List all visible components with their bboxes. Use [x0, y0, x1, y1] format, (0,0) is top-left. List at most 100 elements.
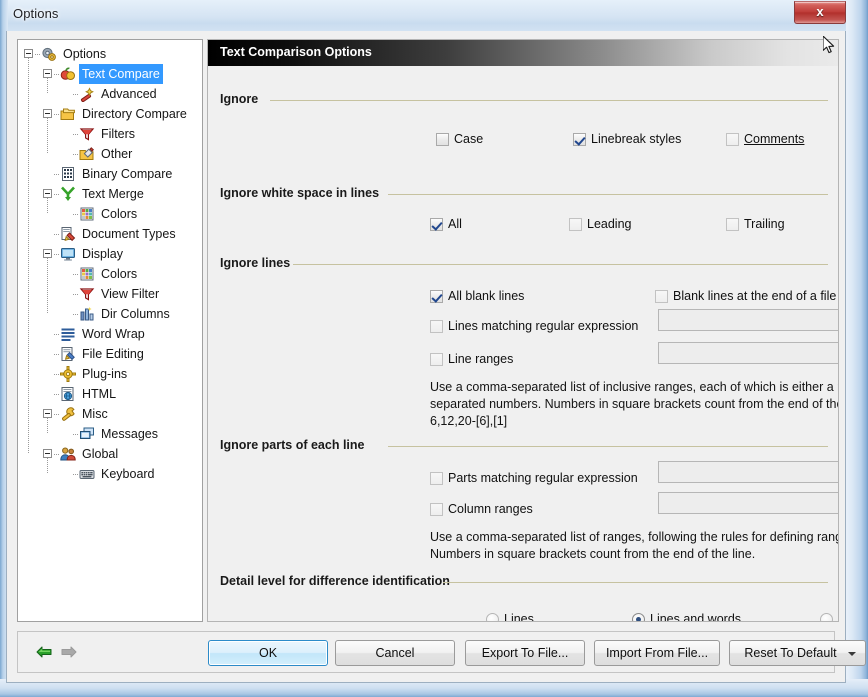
messages-icon	[79, 426, 95, 442]
export-to-file-button[interactable]: Export To File...	[465, 640, 585, 666]
label-ws-trailing: Trailing	[744, 217, 785, 231]
checkbox-ws-trailing[interactable]	[726, 218, 739, 231]
group-parts-header: Ignore parts of each line	[220, 438, 828, 454]
cancel-button-label: Cancel	[375, 646, 415, 660]
tree-expander[interactable]	[43, 449, 52, 458]
tree-item-directory-compare[interactable]: Directory Compare	[18, 104, 202, 124]
back-arrow-icon[interactable]	[36, 644, 53, 660]
tree-item-label: Text Merge	[82, 187, 144, 201]
tree-expander[interactable]	[43, 249, 52, 258]
checkbox-ws-leading[interactable]	[569, 218, 582, 231]
tree-item-options[interactable]: Options	[18, 44, 202, 64]
reset-to-default-button[interactable]: Reset To Default	[729, 640, 866, 666]
tree-item-colors[interactable]: Colors	[18, 264, 202, 284]
checkbox-ignore-comments[interactable]	[726, 133, 739, 146]
checkbox-all-blank-lines[interactable]	[430, 290, 443, 303]
tree-connector	[47, 198, 48, 214]
tree-item-label: Global	[82, 447, 119, 461]
checkbox-ws-all[interactable]	[430, 218, 443, 231]
checkbox-lines-matching-regex[interactable]	[430, 320, 443, 333]
checkbox-blank-lines-end-of-file[interactable]	[655, 290, 668, 303]
tree-item-misc[interactable]: Misc	[18, 404, 202, 424]
group-rule	[443, 582, 828, 583]
tree-item-file-editing[interactable]: File Editing	[18, 344, 202, 364]
label-ignore-linebreak-styles: Linebreak styles	[591, 132, 682, 146]
binary-icon	[60, 166, 76, 182]
tree-item-dir-columns[interactable]: Dir Columns	[18, 304, 202, 324]
html-icon	[60, 386, 76, 402]
checkbox-parts-matching-regex[interactable]	[430, 472, 443, 485]
radio-detail-lines-and-characters[interactable]	[820, 613, 833, 621]
tree-item-label: View Filter	[101, 287, 160, 301]
tree-expander[interactable]	[43, 109, 52, 118]
tree-item-binary-compare[interactable]: Binary Compare	[18, 164, 202, 184]
panel-header: Text Comparison Options	[208, 40, 838, 66]
options-tree[interactable]: Options Text Compare Advanced Directory Com…	[17, 39, 203, 622]
tree-item-colors[interactable]: Colors	[18, 204, 202, 224]
import-from-file-button[interactable]: Import From File...	[594, 640, 720, 666]
tree-item-document-types[interactable]: Document Types	[18, 224, 202, 244]
group-parts-title: Ignore parts of each line	[220, 438, 365, 452]
tree-item-plug-ins[interactable]: Plug-ins	[18, 364, 202, 384]
chevron-down-icon[interactable]	[848, 652, 856, 656]
tree-expander[interactable]	[43, 409, 52, 418]
tree-connector	[47, 458, 48, 474]
checkbox-ignore-case[interactable]	[436, 133, 449, 146]
tree-item-advanced[interactable]: Advanced	[18, 84, 202, 104]
tree-item-label: Options	[63, 47, 107, 61]
label-line-ranges: Line ranges	[448, 352, 514, 366]
tree-item-other[interactable]: Other	[18, 144, 202, 164]
tree-item-view-filter[interactable]: View Filter	[18, 284, 202, 304]
file-edit-icon	[60, 346, 76, 362]
tree-item-messages[interactable]: Messages	[18, 424, 202, 444]
tree-item-label: Text Compare	[79, 64, 163, 84]
label-parts-matching-regex: Parts matching regular expression	[448, 471, 638, 485]
panel-title: Text Comparison Options	[220, 45, 372, 59]
tree-item-label: HTML	[82, 387, 117, 401]
tree-item-text-compare[interactable]: Text Compare	[18, 64, 202, 84]
group-rule	[388, 194, 828, 195]
checkbox-ignore-linebreak-styles[interactable]	[573, 133, 586, 146]
tree-expander[interactable]	[43, 69, 52, 78]
tree-item-html[interactable]: HTML	[18, 384, 202, 404]
tree-expander[interactable]	[24, 49, 33, 58]
cancel-button[interactable]: Cancel	[335, 640, 455, 666]
options-content-panel: Text Comparison Options Ignore Case Line…	[207, 39, 839, 622]
label-detail-lines-and-words: Lines and words	[650, 612, 742, 621]
tree-item-label: Colors	[101, 267, 138, 281]
group-detail-title: Detail level for difference identificati…	[220, 574, 450, 588]
tree-item-display[interactable]: Display	[18, 244, 202, 264]
checkbox-line-ranges[interactable]	[430, 353, 443, 366]
tree-item-label: Word Wrap	[82, 327, 145, 341]
radio-detail-lines[interactable]	[486, 613, 499, 621]
combo-column-ranges[interactable]	[658, 492, 838, 514]
gears-icon	[41, 46, 57, 62]
label-ignore-comments[interactable]: Comments	[744, 132, 804, 147]
tree-expander[interactable]	[43, 189, 52, 198]
forward-arrow-icon	[61, 646, 77, 658]
magic-wand-icon	[79, 86, 95, 103]
label-lines-matching-regex: Lines matching regular expression	[448, 319, 639, 333]
group-detail-header: Detail level for difference identificati…	[220, 574, 828, 590]
ok-button[interactable]: OK	[208, 640, 328, 666]
color-grid-icon	[79, 206, 95, 222]
combo-line-ranges[interactable]	[658, 342, 838, 364]
tree-item-label: Plug-ins	[82, 367, 128, 381]
label-column-ranges: Column ranges	[448, 502, 533, 516]
checkbox-column-ranges[interactable]	[430, 503, 443, 516]
tree-item-global[interactable]: Global	[18, 444, 202, 464]
tree-item-text-merge[interactable]: Text Merge	[18, 184, 202, 204]
tree-item-keyboard[interactable]: Keyboard	[18, 464, 202, 484]
combo-lines-matching-regex[interactable]	[658, 309, 838, 331]
tree-item-label: Display	[82, 247, 123, 261]
tree-item-label: Colors	[101, 207, 138, 221]
group-rule	[293, 264, 828, 265]
tree-item-label: Directory Compare	[82, 107, 187, 121]
radio-detail-lines-and-words[interactable]	[632, 613, 645, 621]
combo-parts-matching-regex[interactable]	[658, 461, 838, 483]
help-text-line-ranges: Use a comma-separated list of inclusive …	[430, 380, 838, 428]
tree-item-filters[interactable]: Filters	[18, 124, 202, 144]
tree-item-word-wrap[interactable]: Word Wrap	[18, 324, 202, 344]
group-ignore-title: Ignore	[220, 92, 259, 106]
close-button[interactable]: x	[794, 1, 846, 24]
